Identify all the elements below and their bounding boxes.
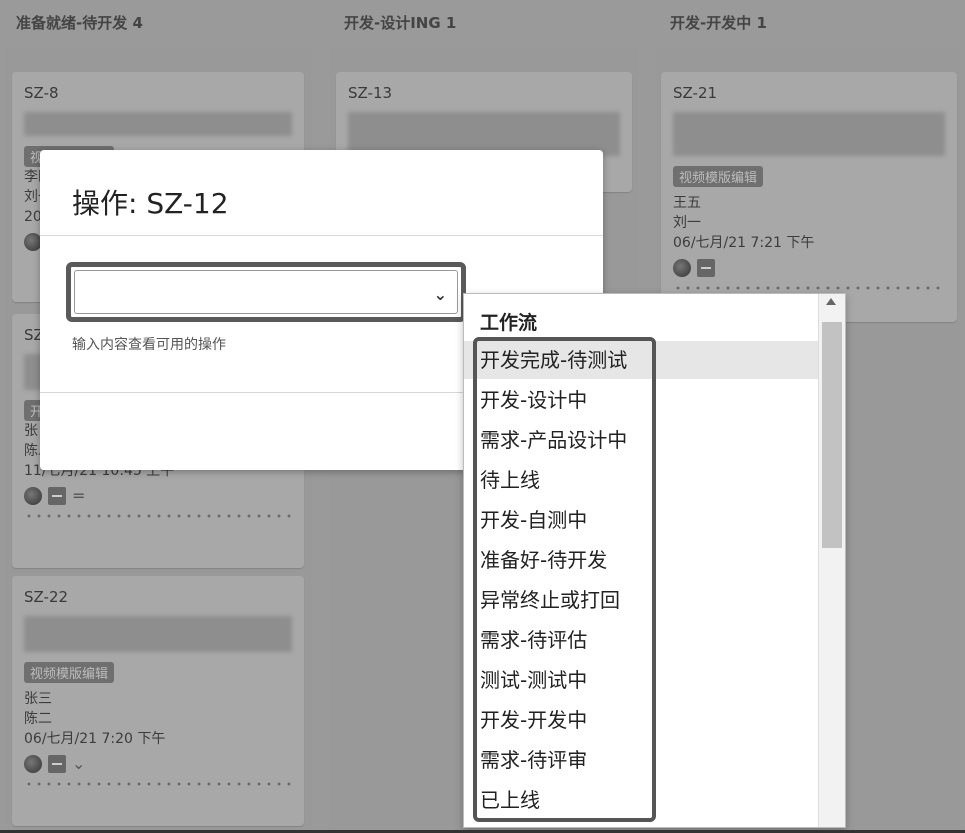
option-item[interactable]: 测试-测试中 <box>480 660 587 700</box>
option-item[interactable]: 异常终止或打回 <box>480 580 620 620</box>
issue-card-sz21[interactable]: SZ-21 视频模版编辑 王五 刘一 06/七月/21 7:21 下午 <box>661 72 957 322</box>
issue-key[interactable]: SZ-21 <box>673 84 945 102</box>
column-header-dev: 开发-开发中 1 <box>670 14 767 32</box>
assignee: 张三 <box>24 691 52 707</box>
operation-dropdown[interactable]: 工作流 开发完成-待测试 开发-设计中 需求-产品设计中 待上线 开发-自测中 … <box>463 293 846 828</box>
reporter: 刘一 <box>673 215 701 231</box>
date: 06/七月/21 7:21 下午 <box>673 235 815 251</box>
globe-icon <box>24 487 42 505</box>
issue-key[interactable]: SZ-13 <box>348 84 620 102</box>
option-item[interactable]: 开发-开发中 <box>480 700 587 740</box>
option-item[interactable]: 准备好-待开发 <box>480 540 607 580</box>
option-item[interactable]: 已上线 <box>480 780 540 820</box>
scroll-up-arrow-icon[interactable] <box>826 298 836 305</box>
drag-handle[interactable] <box>673 285 945 291</box>
issue-type-icon <box>48 487 66 505</box>
dialog-title: 操作: SZ-12 <box>40 150 603 236</box>
column-header-ready: 准备就绪-待开发 4 <box>16 14 143 32</box>
column-header-design: 开发-设计ING 1 <box>344 14 457 32</box>
issue-type-icon <box>697 259 715 277</box>
reporter: 陈二 <box>24 711 52 727</box>
operation-select[interactable]: ⌄ <box>66 262 466 322</box>
priority-medium-icon: = <box>72 486 86 505</box>
option-item[interactable]: 待上线 <box>480 460 540 500</box>
option-item[interactable]: 开发完成-待测试 <box>480 340 627 380</box>
issue-card-sz22[interactable]: SZ-22 视频模版编辑 张三 陈二 06/七月/21 7:20 下午 ⌄ <box>12 576 304 826</box>
epic-tag: 视频模版编辑 <box>24 662 115 683</box>
chevron-down-icon[interactable]: ⌄ <box>434 285 447 304</box>
issue-type-icon <box>48 755 66 773</box>
dropdown-group-title: 工作流 <box>480 312 538 334</box>
globe-icon <box>24 755 42 773</box>
issue-summary <box>24 112 292 136</box>
issue-key[interactable]: SZ-22 <box>24 588 292 606</box>
operation-select-input[interactable]: ⌄ <box>74 270 458 314</box>
issue-summary <box>673 112 945 156</box>
option-item[interactable]: 需求-产品设计中 <box>480 420 627 460</box>
option-item[interactable]: 开发-自测中 <box>480 500 587 540</box>
drag-handle[interactable] <box>24 513 292 519</box>
issue-key[interactable]: SZ-8 <box>24 84 292 102</box>
date: 06/七月/21 7:20 下午 <box>24 731 166 747</box>
epic-tag: 视频模版编辑 <box>673 166 764 187</box>
assignee: 王五 <box>673 195 701 211</box>
globe-icon <box>673 259 691 277</box>
priority-low-icon: ⌄ <box>72 754 86 773</box>
select-hint: 输入内容查看可用的操作 <box>72 337 226 353</box>
option-item[interactable]: 开发-设计中 <box>480 380 587 420</box>
drag-handle[interactable] <box>24 781 292 787</box>
dropdown-scrollbar[interactable] <box>818 294 845 827</box>
option-item[interactable]: 需求-待评审 <box>480 740 587 780</box>
option-item[interactable]: 需求-待评估 <box>480 620 587 660</box>
issue-summary <box>24 616 292 652</box>
scrollbar-thumb[interactable] <box>822 322 842 548</box>
